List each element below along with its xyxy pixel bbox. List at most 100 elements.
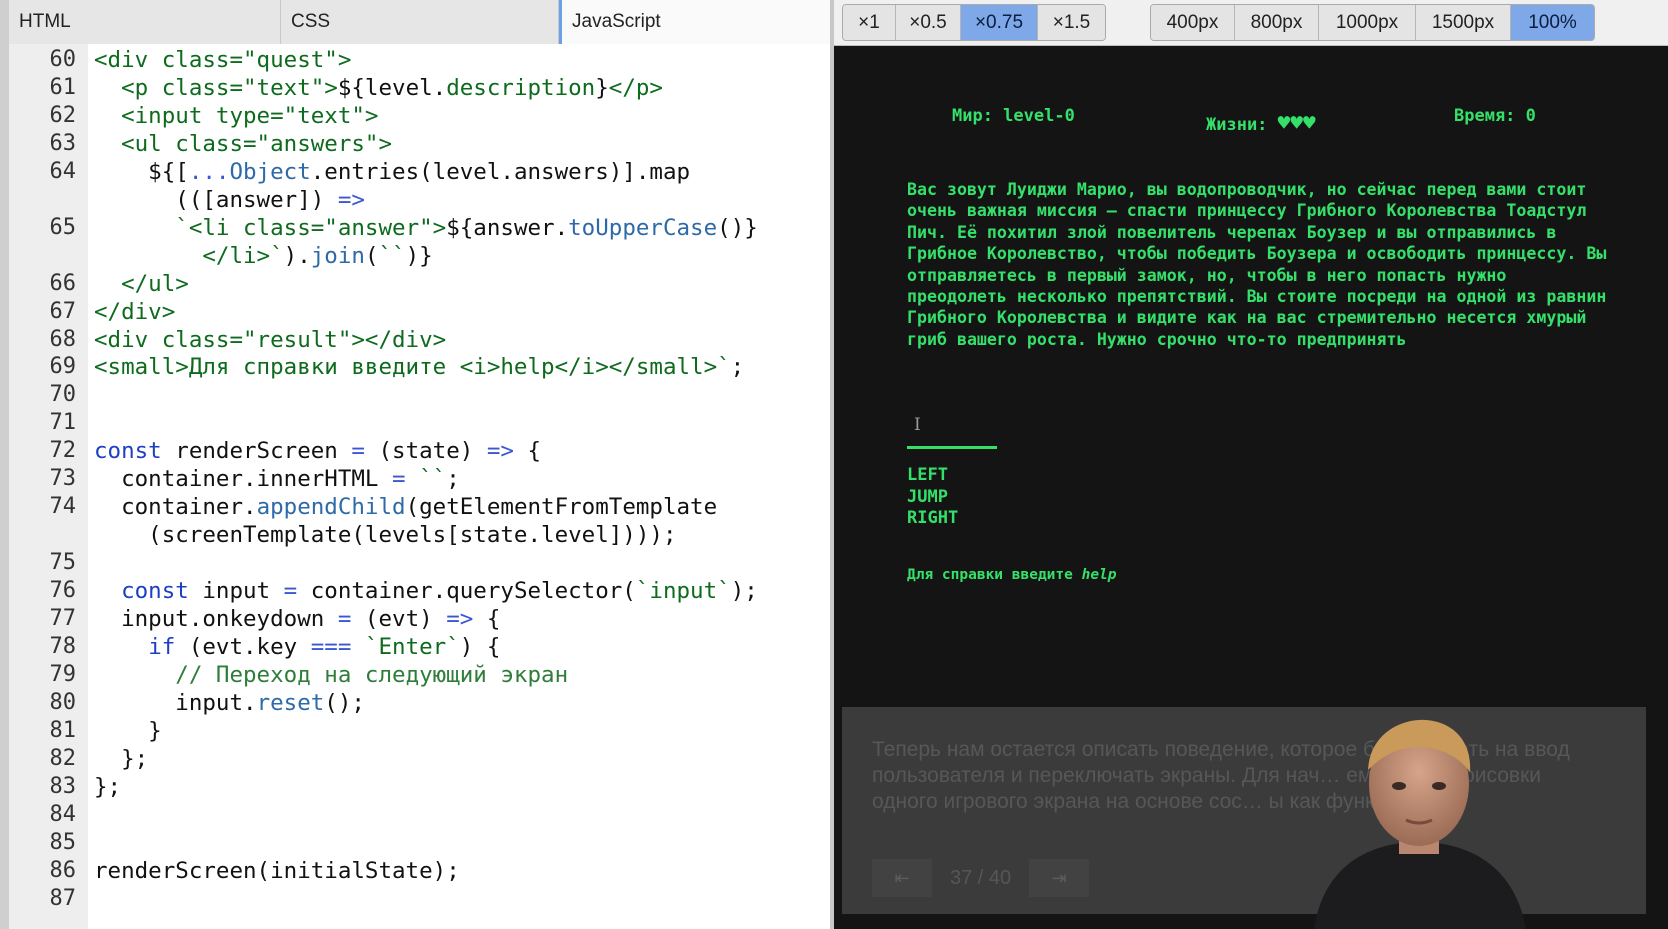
scale-x0-5-button[interactable]: ×0.5: [896, 5, 961, 40]
line-number: 65: [49, 214, 77, 240]
hearts-icon: ♥♥♥: [1277, 111, 1316, 135]
code-text: (([answer]) =>: [94, 186, 365, 213]
line-number: 78: [49, 633, 77, 659]
lives-label: Жизни:: [1206, 115, 1268, 135]
answer-input[interactable]: [907, 427, 997, 449]
code-line[interactable]: 65 `<li class="answer">${answer.toUpperC…: [50, 214, 830, 242]
answer-item: RIGHT: [907, 508, 959, 528]
editor-tabs: HTML CSS JavaScript: [9, 0, 830, 44]
line-number: 71: [49, 410, 77, 436]
line-number: 72: [49, 438, 77, 464]
code-text: };: [94, 745, 149, 772]
answers-list: LEFT JUMP RIGHT: [907, 465, 958, 530]
preview-toolbar: ×1 ×0.5 ×0.75 ×1.5 400px 800px 1000px 15…: [834, 0, 1668, 46]
code-text: </div>: [94, 298, 176, 325]
code-line[interactable]: 77 input.onkeydown = (evt) => {: [50, 605, 830, 633]
code-line[interactable]: 62 <input type="text">: [50, 102, 830, 130]
width-1500px-button[interactable]: 1500px: [1416, 5, 1511, 40]
code-text: input.reset();: [94, 689, 365, 716]
code-line[interactable]: 76 const input = container.querySelector…: [50, 577, 830, 605]
scale-x1-5-button[interactable]: ×1.5: [1038, 5, 1105, 40]
code-line[interactable]: 84: [50, 801, 830, 829]
code-line[interactable]: 86 renderScreen(initialState);: [50, 857, 830, 885]
code-line[interactable]: 72 const renderScreen = (state) => {: [50, 437, 830, 465]
code-text: </li>`).join(``)}: [202, 242, 433, 269]
help-hint: Для справки введите help: [907, 567, 1117, 583]
code-line[interactable]: 87: [50, 885, 830, 913]
width-button-group: 400px 800px 1000px 1500px 100%: [1150, 4, 1595, 41]
code-text: <small>Для справки введите <i>help</i></…: [94, 354, 745, 381]
preview-pane: ×1 ×0.5 ×0.75 ×1.5 400px 800px 1000px 15…: [834, 0, 1668, 929]
editor-edge-strip: [0, 0, 9, 929]
code-line[interactable]: 73 container.innerHTML = ``;: [50, 465, 830, 493]
code-text: const renderScreen = (state) => {: [94, 438, 542, 465]
help-hint-text: Для справки введите: [907, 567, 1082, 583]
code-text: container.innerHTML = ``;: [94, 466, 460, 493]
width-800px-button[interactable]: 800px: [1235, 5, 1319, 40]
code-line[interactable]: 78 if (evt.key === `Enter`) {: [50, 633, 830, 661]
help-keyword: help: [1081, 567, 1117, 583]
code-line[interactable]: 67 </div>: [50, 298, 830, 326]
line-number: 86: [49, 857, 77, 883]
line-number: 85: [49, 829, 77, 855]
code-line[interactable]: 82 };: [50, 745, 830, 773]
first-arrow-icon: ⇤: [894, 867, 910, 888]
line-number: 66: [49, 270, 77, 296]
code-text: input.onkeydown = (evt) => {: [94, 606, 501, 632]
code-line[interactable]: 63 <ul class="answers">: [50, 130, 830, 158]
next-slide-button[interactable]: ⇥: [1029, 859, 1090, 897]
code-editor-pane: HTML CSS JavaScript 60 <div class="quest"…: [0, 0, 830, 929]
tab-css[interactable]: CSS: [281, 0, 559, 44]
line-number: 83: [49, 773, 77, 799]
code-line[interactable]: (([answer]) =>: [88, 186, 830, 214]
scale-x0-75-button[interactable]: ×0.75: [961, 5, 1038, 40]
level-description: Вас зовут Луиджи Марио, вы водопроводчик…: [907, 180, 1607, 349]
code-text: // Переход на следующий экран: [175, 661, 569, 688]
line-number: 74: [49, 494, 77, 520]
line-number: 79: [49, 661, 77, 687]
width-400px-button[interactable]: 400px: [1151, 5, 1235, 40]
slide-counter: 37 / 40: [950, 866, 1012, 889]
code-line[interactable]: 75: [50, 549, 830, 577]
code-line[interactable]: 79 // Переход на следующий экран: [50, 661, 830, 689]
code-line[interactable]: 66 </ul>: [50, 270, 830, 298]
line-number: 68: [49, 326, 77, 352]
line-number: 61: [49, 74, 77, 100]
code-text: container.appendChild(getElementFromTemp…: [94, 494, 718, 521]
code-line[interactable]: 83};: [50, 773, 830, 801]
line-number: 80: [49, 689, 77, 715]
line-number: 84: [49, 801, 77, 827]
code-line[interactable]: 71: [50, 409, 830, 437]
code-line[interactable]: 81 }: [50, 717, 830, 745]
lives-status: Жизни: ♥♥♥: [1206, 111, 1316, 135]
prev-slide-button[interactable]: ⇤: [872, 859, 932, 897]
code-line[interactable]: 68 <div class="result"></div>: [50, 326, 830, 354]
width-1000px-button[interactable]: 1000px: [1319, 5, 1416, 40]
time-label: Время: 0: [1454, 106, 1536, 126]
code-text: renderScreen(initialState);: [94, 857, 460, 884]
code-text: <div class="result"></div>: [94, 326, 447, 353]
code-line[interactable]: </li>`).join(``)}: [88, 242, 830, 270]
line-number: 81: [49, 717, 77, 743]
code-text: <p class="text">${level.description}</p>: [121, 74, 663, 101]
tab-javascript[interactable]: JavaScript: [559, 0, 830, 44]
code-line[interactable]: 70: [50, 381, 830, 409]
line-number: 82: [49, 745, 77, 771]
code-line[interactable]: 64 ${[...Object.entries(level.answers)].…: [50, 158, 830, 186]
line-number: 87: [49, 885, 77, 911]
code-line[interactable]: (screenTemplate(levels[state.level])));: [88, 521, 830, 549]
width-100pct-button[interactable]: 100%: [1511, 5, 1594, 40]
code-line[interactable]: 74 container.appendChild(getElementFromT…: [50, 493, 830, 521]
code-line[interactable]: 60 <div class="quest">: [50, 46, 830, 74]
scale-x1-button[interactable]: ×1: [843, 5, 896, 40]
scale-button-group: ×1 ×0.5 ×0.75 ×1.5: [842, 4, 1106, 41]
tab-html[interactable]: HTML: [9, 0, 281, 44]
game-screen: Мир: level-0 Жизни: ♥♥♥ Время: 0 Вас зов…: [834, 47, 1668, 707]
code-line[interactable]: 85: [50, 829, 830, 857]
code-line[interactable]: 69 <small>Для справки введите <i>help</i>…: [50, 353, 830, 381]
presenter-webcam: [1314, 719, 1526, 929]
line-number: 62: [49, 102, 77, 128]
code-line[interactable]: 61 <p class="text">${level.description}<…: [50, 74, 830, 102]
code-area[interactable]: 60 <div class="quest"> 61 <p class="text">…: [50, 44, 830, 929]
code-line[interactable]: 80 input.reset();: [50, 689, 830, 717]
